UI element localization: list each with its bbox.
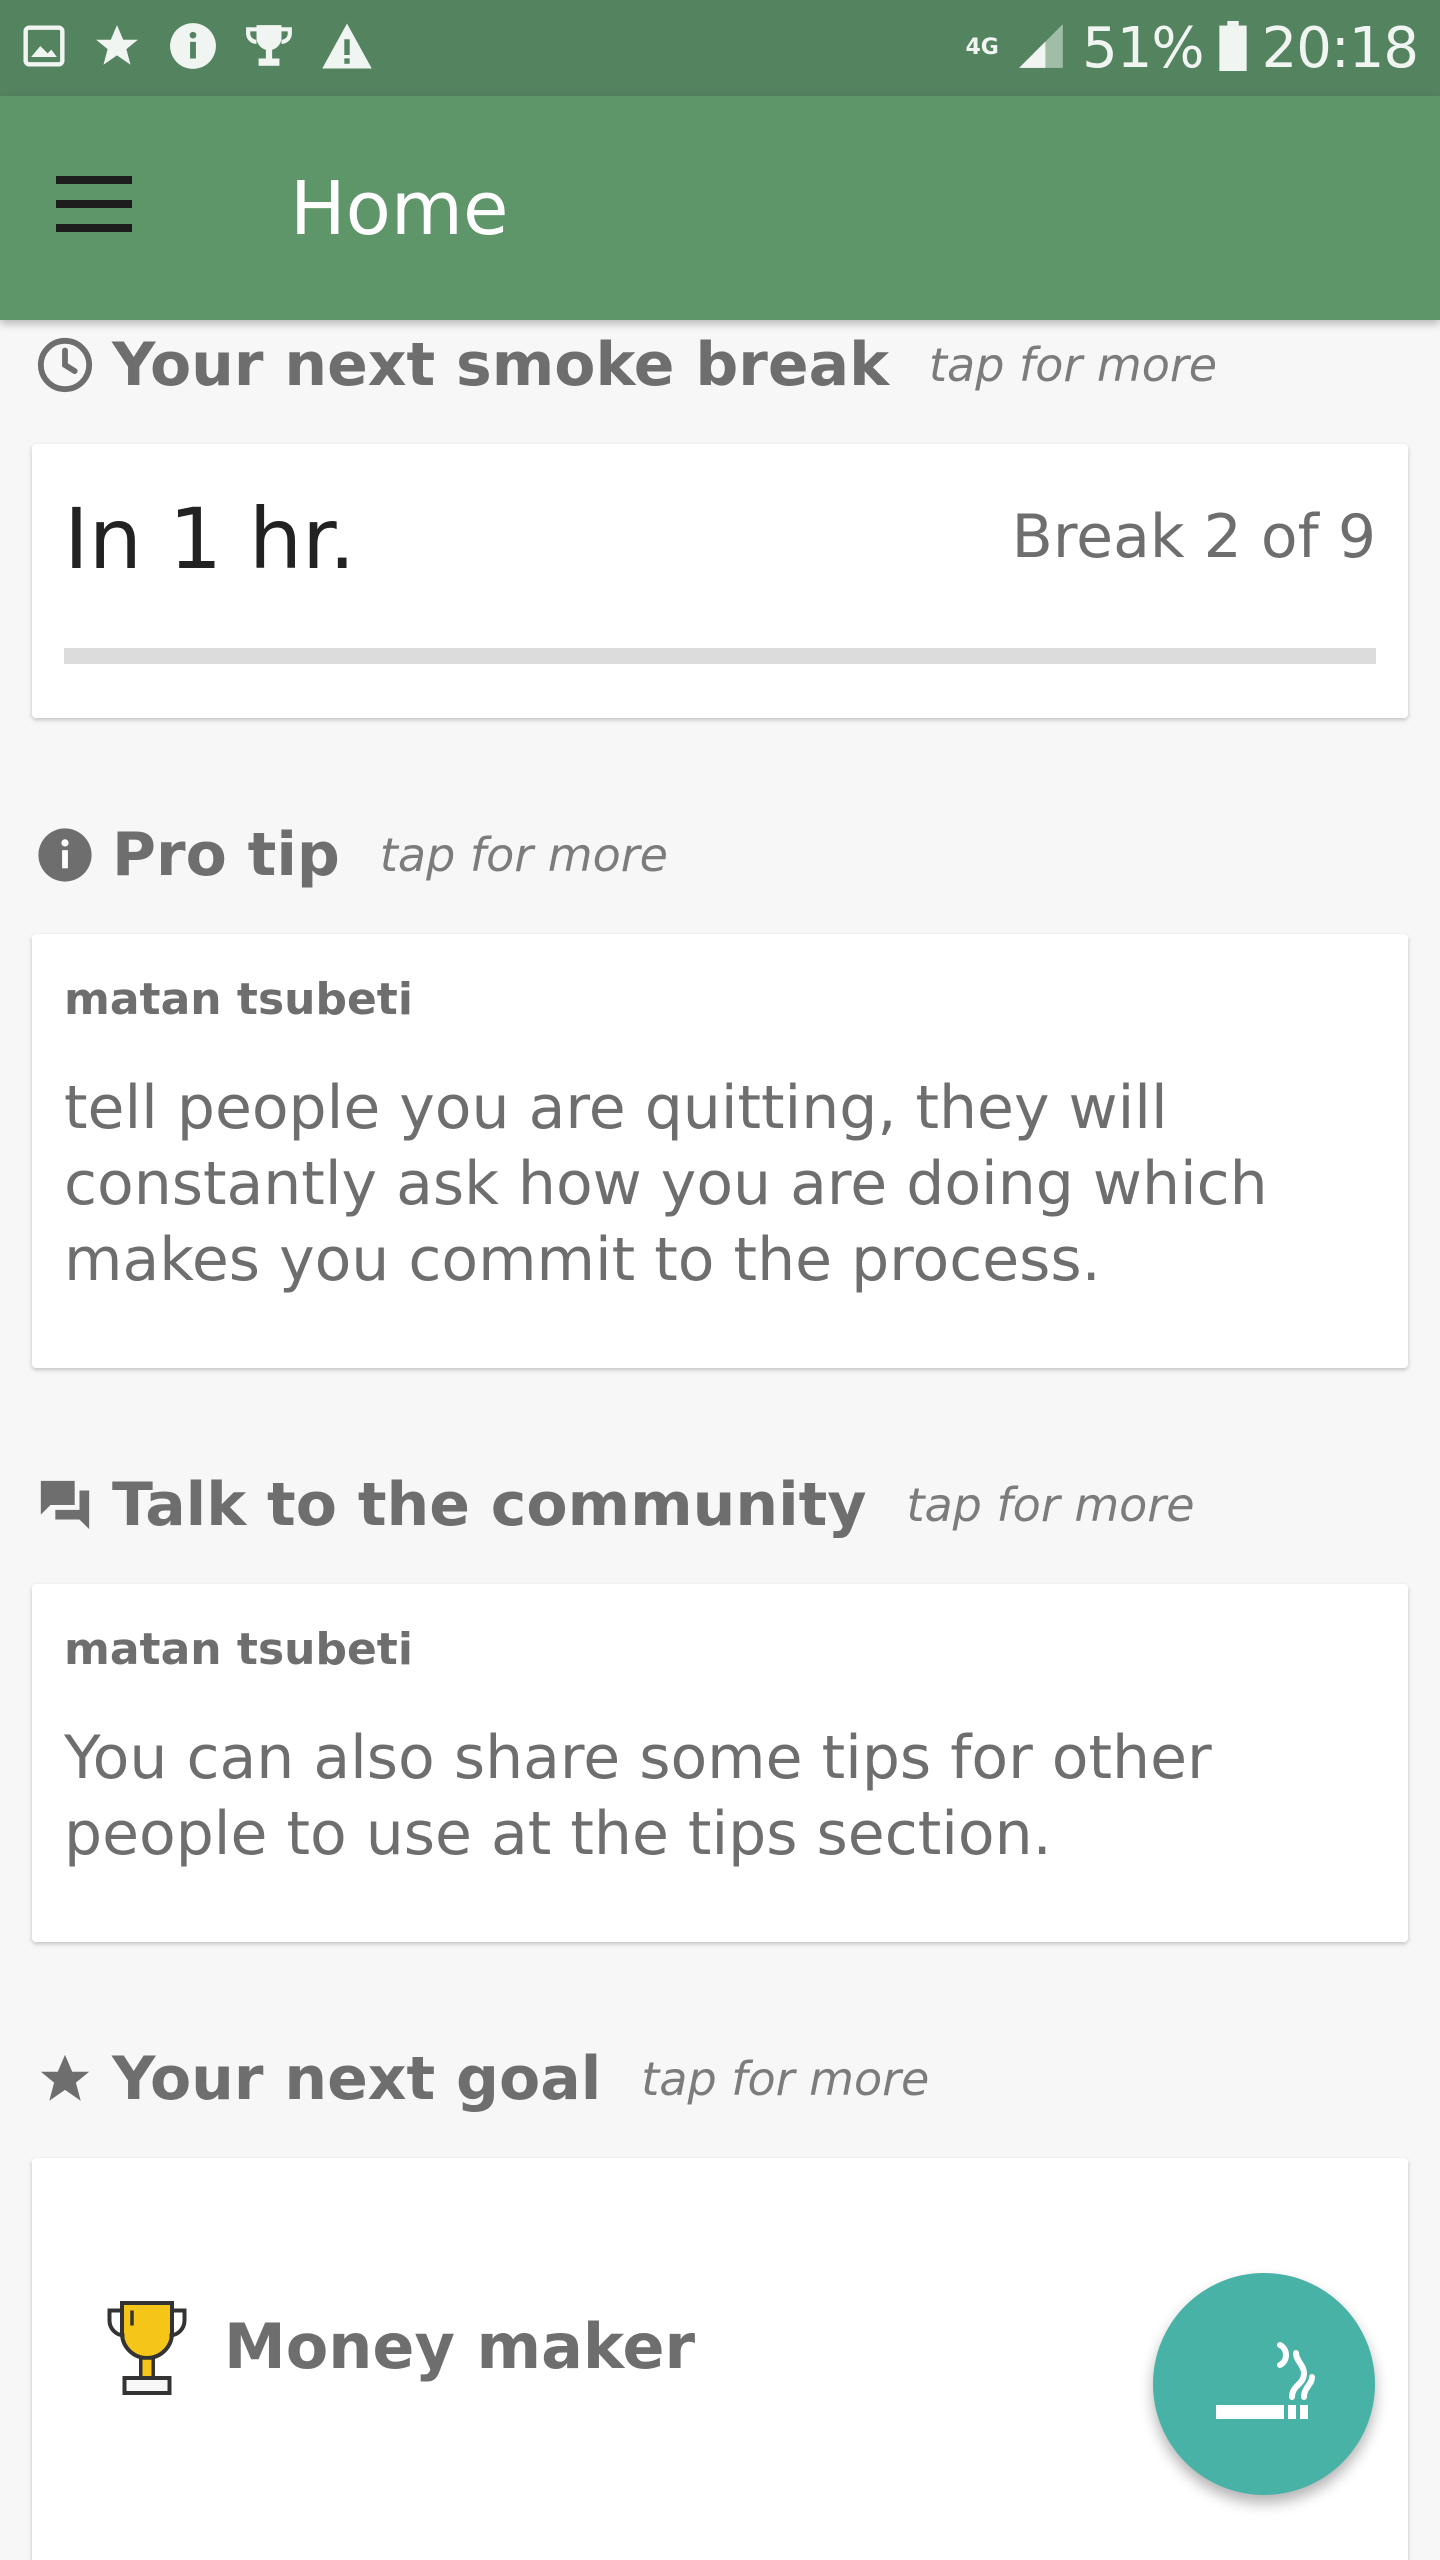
system-indicators: 4G 51% 20:18: [964, 15, 1419, 81]
notification-icons: [22, 21, 374, 75]
pro-tip-text: tell people you are quitting, they will …: [64, 1073, 1268, 1295]
page-title: Home: [290, 166, 509, 252]
star-icon: [36, 2050, 94, 2108]
clock-icon: [36, 336, 94, 394]
info-icon: [168, 21, 218, 75]
smoke-break-header[interactable]: Your next smoke break tap for more: [36, 330, 1217, 400]
trophy-icon: [244, 21, 294, 75]
next-goal-more-link[interactable]: tap for more: [641, 2052, 929, 2106]
community-author: matan tsubeti: [64, 1624, 413, 1675]
smoke-break-card[interactable]: In 1 hr. Break 2 of 9: [32, 444, 1408, 718]
star-icon: [92, 21, 142, 75]
next-break-time: In 1 hr.: [64, 490, 356, 588]
clock: 20:18: [1261, 15, 1419, 81]
warning-icon: [320, 21, 374, 75]
image-icon: [22, 24, 66, 72]
pro-tip-more-link[interactable]: tap for more: [380, 828, 668, 882]
smoke-break-more-link[interactable]: tap for more: [929, 338, 1217, 392]
forum-icon: [36, 1476, 94, 1534]
community-text: You can also share some tips for other p…: [64, 1723, 1212, 1869]
status-bar: 4G 51% 20:18: [0, 0, 1440, 96]
next-goal-title: Your next goal: [112, 2044, 602, 2114]
battery-percent: 51%: [1082, 15, 1204, 81]
pro-tip-card[interactable]: matan tsubeti tell people you are quitti…: [32, 934, 1408, 1368]
smoke-break-title: Your next smoke break: [112, 330, 889, 400]
goal-name: Money maker: [224, 2310, 696, 2383]
break-progress-bar: [64, 648, 1376, 664]
log-cigarette-button[interactable]: [1153, 2273, 1375, 2495]
community-header[interactable]: Talk to the community tap for more: [36, 1470, 1195, 1540]
break-counter: Break 2 of 9: [1011, 502, 1376, 572]
community-card[interactable]: matan tsubeti You can also share some ti…: [32, 1584, 1408, 1942]
network-type: 4G: [965, 35, 999, 60]
battery-icon: [1218, 21, 1248, 75]
smoking-icon: [1212, 2337, 1316, 2431]
app-bar: Home: [0, 96, 1440, 320]
pro-tip-author: matan tsubeti: [64, 974, 413, 1025]
trophy-icon: [102, 2298, 192, 2402]
signal-icon: [1014, 22, 1068, 74]
next-goal-header[interactable]: Your next goal tap for more: [36, 2044, 929, 2114]
menu-icon[interactable]: [56, 176, 136, 240]
community-title: Talk to the community: [112, 1470, 867, 1540]
pro-tip-title: Pro tip: [112, 820, 340, 890]
community-more-link[interactable]: tap for more: [906, 1478, 1194, 1532]
info-icon: [36, 826, 94, 884]
pro-tip-header[interactable]: Pro tip tap for more: [36, 820, 668, 890]
